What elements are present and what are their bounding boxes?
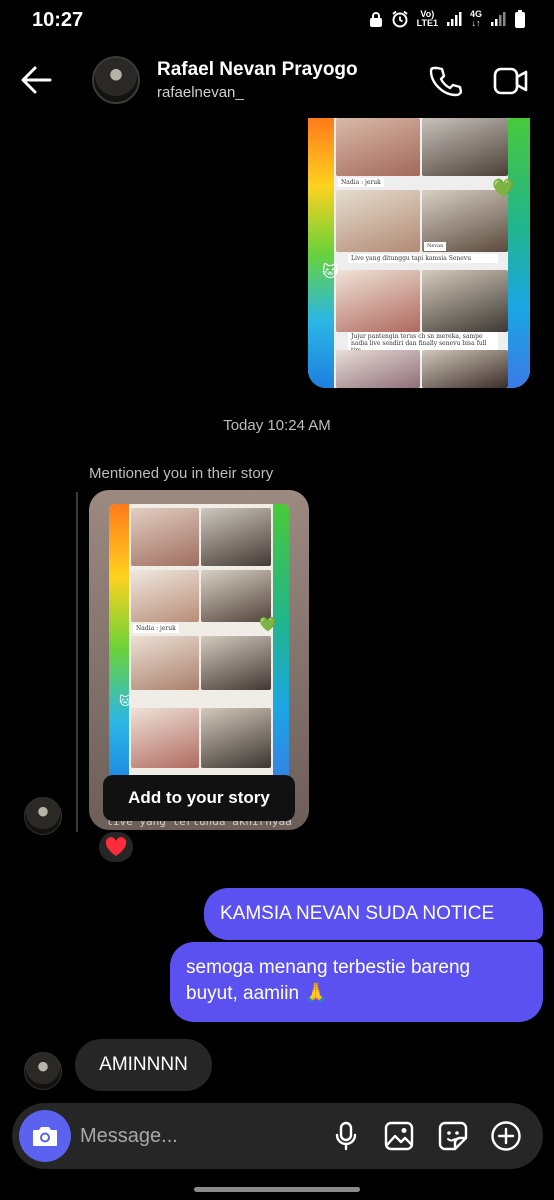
more-options-button[interactable] — [489, 1119, 523, 1153]
mention-label: Mentioned you in their story — [89, 465, 274, 482]
contact-avatar[interactable] — [92, 56, 140, 104]
heart-reaction[interactable] — [97, 830, 135, 864]
photo-tile — [131, 508, 199, 566]
video-call-button[interactable] — [493, 64, 529, 98]
video-camera-icon — [493, 67, 528, 95]
contact-name[interactable]: Rafael Nevan Prayogo — [157, 59, 358, 81]
status-bar: 10:27 Vo) LTE1 4G ↓↑ — [0, 0, 554, 42]
photo-tile — [336, 190, 420, 252]
photo-tile — [201, 570, 271, 622]
photo-tile — [201, 636, 271, 690]
voice-call-button[interactable] — [428, 64, 463, 98]
message-timestamp: Today 10:24 AM — [223, 417, 331, 434]
photo-tile — [422, 350, 508, 388]
microphone-icon — [335, 1121, 357, 1151]
signal-icon — [446, 11, 462, 27]
camera-button[interactable] — [19, 1110, 71, 1162]
collage-caption: Nadia : jeruk — [133, 624, 179, 633]
story-collage: Nadia : jeruk 💚 🐱 — [109, 504, 289, 794]
heart-sticker-icon: 💚 — [259, 616, 277, 632]
photo-tile — [336, 270, 420, 332]
lock-icon — [369, 11, 383, 27]
volte-indicator: Vo) LTE1 — [416, 9, 438, 28]
chat-header: Rafael Nevan Prayogo rafaelnevan_ — [0, 50, 554, 112]
sender-avatar[interactable] — [24, 797, 62, 835]
microphone-button[interactable] — [329, 1119, 363, 1153]
photo-tile — [201, 708, 271, 768]
camera-icon — [33, 1127, 57, 1146]
sticker-button[interactable] — [436, 1119, 470, 1153]
alarm-icon — [391, 10, 409, 28]
collage-caption: Live yang ditunggu tapi kamsia Senevu — [348, 254, 498, 263]
cat-sticker-icon: 🐱 — [119, 694, 132, 708]
heart-sticker-icon: 💚 — [492, 178, 515, 198]
back-arrow-icon — [21, 66, 52, 94]
story-collage: Nadia : jeruk Nevan Live yang ditunggu t… — [308, 118, 530, 388]
gallery-button[interactable] — [382, 1119, 416, 1153]
status-time: 10:27 — [32, 9, 84, 31]
collage-caption: Nadia : jeruk — [338, 178, 384, 187]
sender-avatar[interactable] — [24, 1052, 62, 1090]
cat-sticker-icon: 🐱 — [322, 264, 339, 281]
home-indicator — [194, 1187, 360, 1192]
mention-divider — [76, 492, 78, 832]
signal-icon-2 — [490, 11, 506, 27]
sent-message[interactable]: semoga menang terbestie bareng buyut, aa… — [170, 942, 543, 1022]
photo-tile — [336, 118, 420, 176]
battery-icon — [514, 10, 526, 28]
shared-story-image[interactable]: Nadia : jeruk Nevan Live yang ditunggu t… — [308, 118, 530, 388]
heart-icon — [105, 837, 127, 856]
phone-icon — [429, 66, 463, 97]
plus-circle-icon — [491, 1121, 521, 1151]
sticker-icon — [438, 1121, 468, 1151]
message-composer — [12, 1103, 543, 1169]
back-button[interactable] — [18, 62, 58, 98]
add-to-story-button[interactable]: Add to your story — [103, 775, 295, 821]
photo-tile — [201, 508, 271, 566]
sent-message[interactable]: KAMSIA NEVAN SUDA NOTICE — [204, 888, 543, 940]
received-message[interactable]: AMINNNN — [75, 1039, 212, 1091]
collage-label: Nevan — [424, 242, 447, 251]
message-input[interactable] — [80, 1121, 320, 1151]
status-icons: Vo) LTE1 4G ↓↑ — [369, 10, 526, 28]
photo-tile — [422, 270, 508, 332]
photo-tile — [131, 708, 199, 768]
contact-handle[interactable]: rafaelnevan_ — [157, 84, 244, 101]
photo-tile — [336, 350, 420, 388]
photo-tile — [131, 636, 199, 690]
image-icon — [384, 1121, 414, 1151]
network-4g-indicator: 4G ↓↑ — [469, 9, 482, 28]
photo-tile — [131, 570, 199, 622]
photo-tile — [422, 118, 508, 176]
